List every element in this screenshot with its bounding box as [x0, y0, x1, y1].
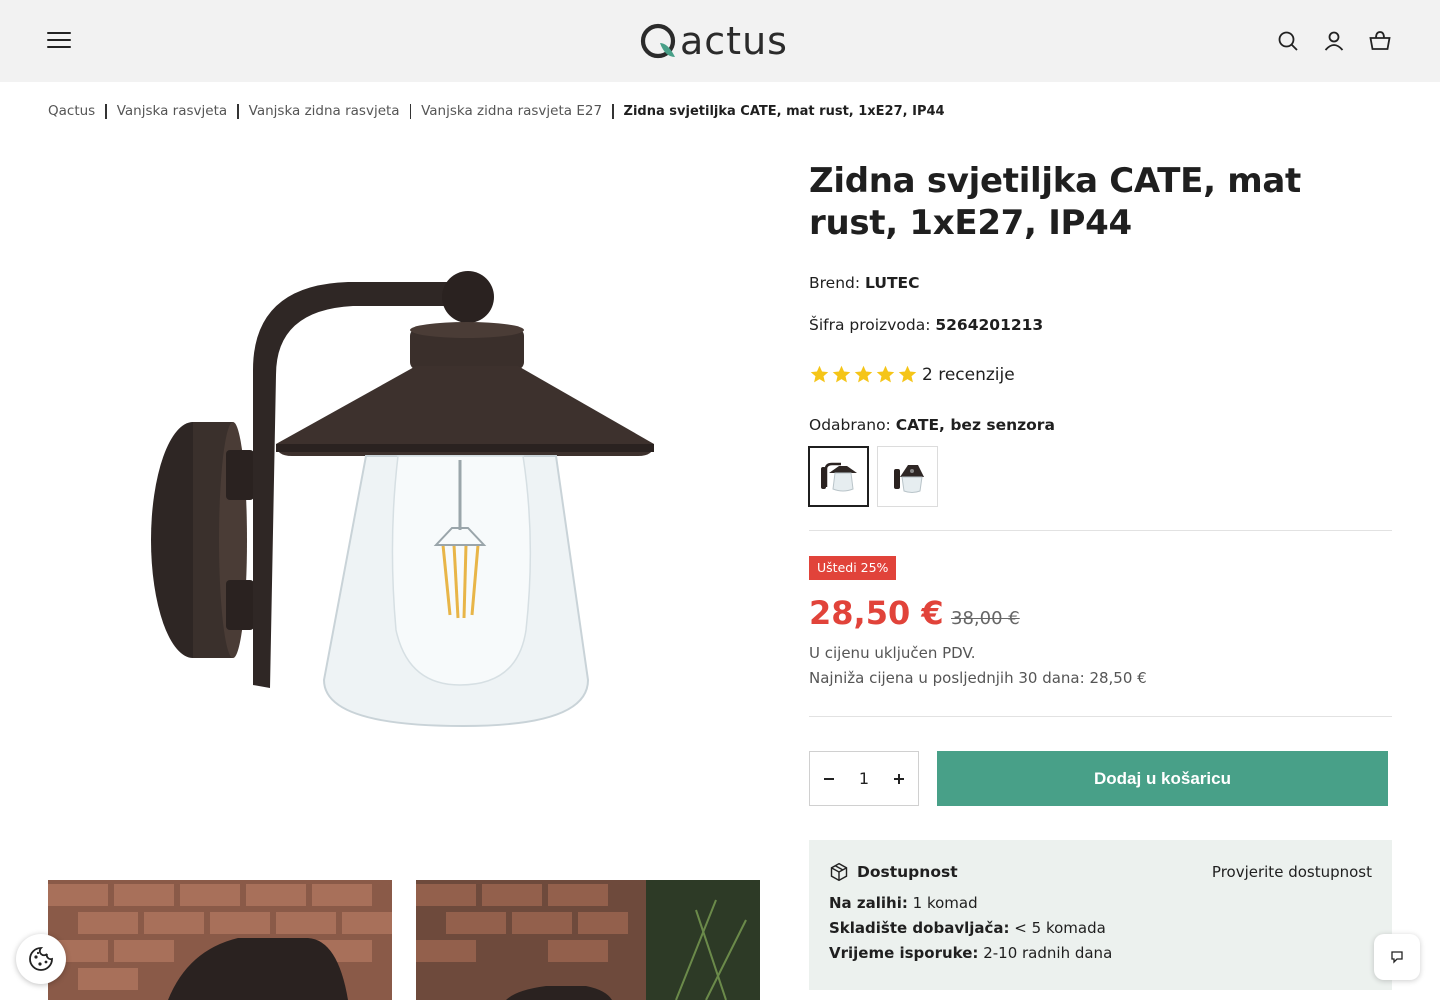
sku-label: Šifra proizvoda: — [809, 316, 931, 334]
product-brand: Brend: LUTEC — [809, 274, 919, 292]
divider — [809, 530, 1392, 531]
logo-mark-icon — [640, 23, 676, 59]
variant-thumb-icon — [820, 462, 857, 491]
gallery-image-1[interactable] — [48, 880, 392, 1000]
breadcrumb: Qactus Vanjska rasvjeta Vanjska zidna ra… — [48, 103, 945, 119]
logo-text: actus — [680, 19, 788, 63]
availability-heading: Dostupnost — [829, 862, 958, 882]
sale-price: 28,50 € — [809, 594, 944, 632]
header-icons — [1276, 29, 1392, 53]
star-icon — [832, 365, 851, 383]
in-stock-value: 1 komad — [912, 894, 978, 912]
divider — [809, 716, 1392, 717]
breadcrumb-separator — [237, 103, 239, 119]
breadcrumb-link[interactable]: Vanjska rasvjeta — [117, 103, 227, 119]
breadcrumb-link[interactable]: Vanjska zidna rasvjeta E27 — [421, 103, 602, 119]
lowest-price-note: Najniža cijena u posljednjih 30 dana: 28… — [809, 669, 1147, 687]
chat-icon — [1391, 951, 1403, 964]
supplier-stock-value: < 5 komada — [1014, 919, 1106, 937]
variant-swatches — [808, 446, 938, 507]
gallery-thumbnails — [48, 880, 761, 1000]
review-count-link[interactable]: 2 recenzije — [922, 365, 1015, 385]
breadcrumb-separator — [105, 103, 107, 119]
product-image[interactable] — [48, 160, 760, 840]
supplier-stock-label: Skladište dobavljača: — [829, 919, 1010, 937]
availability-panel: Dostupnost Provjerite dostupnost Na zali… — [809, 840, 1392, 990]
breadcrumb-link[interactable]: Vanjska zidna rasvjeta — [249, 103, 400, 119]
star-icon — [876, 365, 895, 383]
selected-variant: Odabrano: CATE, bez senzora — [809, 416, 1055, 434]
variant-swatch-no-sensor[interactable] — [808, 446, 869, 507]
cookie-settings-button[interactable] — [16, 934, 66, 984]
product-title: Zidna svjetiljka CATE, mat rust, 1xE27, … — [809, 161, 1301, 243]
original-price: 38,00 € — [951, 608, 1020, 629]
in-stock-line: Na zalihi: 1 komad — [829, 894, 1372, 912]
breadcrumb-separator — [612, 103, 614, 119]
star-icon — [854, 365, 873, 383]
check-availability-link[interactable]: Provjerite dostupnost — [1212, 863, 1372, 881]
quantity-stepper — [809, 751, 919, 806]
selected-label: Odabrano: — [809, 416, 891, 434]
brand-label: Brend: — [809, 274, 861, 292]
minus-icon — [824, 777, 834, 780]
availability-title: Dostupnost — [857, 863, 958, 881]
account-icon[interactable] — [1322, 29, 1346, 53]
brand-value[interactable]: LUTEC — [865, 274, 919, 292]
delivery-time-label: Vrijeme isporuke: — [829, 944, 979, 962]
product-info: Zidna svjetiljka CATE, mat rust, 1xE27, … — [809, 160, 1392, 244]
gallery-image-2[interactable] — [416, 880, 760, 1000]
variant-thumb-icon — [893, 464, 924, 493]
plus-icon — [894, 773, 904, 784]
selected-value: CATE, bez senzora — [895, 416, 1055, 434]
star-icon — [810, 365, 829, 383]
delivery-time-line: Vrijeme isporuke: 2-10 radnih dana — [829, 944, 1372, 962]
discount-badge: Uštedi 25% — [809, 556, 897, 580]
cart-icon[interactable] — [1368, 29, 1392, 53]
menu-icon[interactable] — [47, 32, 71, 50]
delivery-time-value: 2-10 radnih dana — [983, 944, 1113, 962]
site-header: actus — [0, 0, 1440, 82]
quantity-input[interactable] — [846, 769, 882, 788]
vat-note: U cijenu uključen PDV. — [809, 644, 976, 662]
add-to-cart-button[interactable]: Dodaj u košaricu — [937, 751, 1388, 806]
package-icon — [830, 862, 848, 882]
breadcrumb-current: Zidna svjetiljka CATE, mat rust, 1xE27, … — [623, 103, 945, 119]
in-stock-label: Na zalihi: — [829, 894, 908, 912]
decrease-quantity-button[interactable] — [818, 768, 840, 790]
product-sku: Šifra proizvoda: 5264201213 — [809, 316, 1043, 334]
star-icon — [898, 365, 917, 383]
chat-button[interactable] — [1374, 934, 1420, 980]
search-icon[interactable] — [1276, 29, 1300, 53]
breadcrumb-link[interactable]: Qactus — [48, 103, 95, 119]
rating[interactable]: 2 recenzije — [809, 364, 1015, 385]
breadcrumb-separator — [409, 103, 412, 119]
variant-swatch-with-sensor[interactable] — [877, 446, 938, 507]
cookie-icon — [29, 947, 53, 971]
logo[interactable]: actus — [638, 18, 788, 64]
increase-quantity-button[interactable] — [888, 768, 910, 790]
supplier-stock-line: Skladište dobavljača: < 5 komada — [829, 919, 1372, 937]
sku-value: 5264201213 — [935, 316, 1044, 334]
